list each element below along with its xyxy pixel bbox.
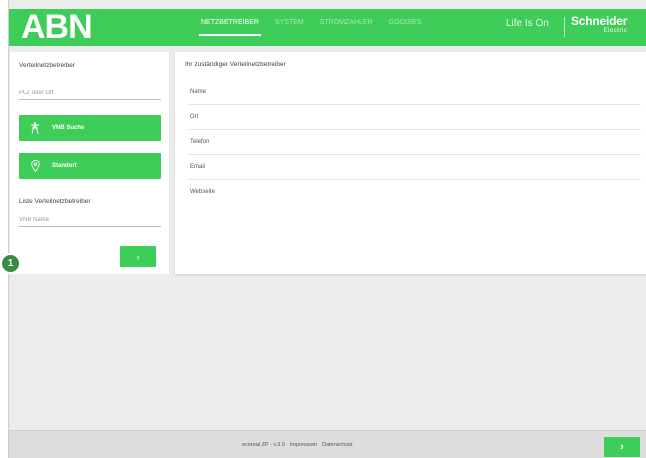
row-label: Name [190, 89, 207, 95]
nav-tab-system[interactable]: SYSTEM [273, 9, 306, 46]
result-row-webseite: Webseite [188, 180, 641, 205]
search-panel-heading: Verteilnetzbetreiber [19, 62, 76, 69]
schneider-electric-logo: Schneider Electric [571, 15, 627, 35]
result-panel-title: Ihr zuständiger Verteilnetzbetreiber [185, 61, 286, 68]
impressum-link[interactable]: Impressum [290, 442, 317, 448]
annotation-marker: 1 [0, 253, 21, 274]
abn-logo[interactable]: ABN [21, 10, 93, 44]
vnb-search-button[interactable]: VNB Suche [19, 115, 161, 141]
vnb-list-next-button[interactable]: › [120, 246, 156, 267]
footer-links: ecoreal ZP - v.3.9 Impressum Datenschutz [242, 431, 353, 458]
version-text: ecoreal ZP - v.3.9 [242, 442, 285, 448]
result-row-telefon: Telefon [188, 130, 641, 155]
main-nav: NETZBETREIBER SYSTEM STROMZAHLER GOODIES [199, 9, 423, 46]
location-label: Standort [52, 163, 77, 169]
window-left-edge [0, 0, 9, 458]
row-label: Email [190, 164, 206, 170]
brand-divider [564, 17, 565, 37]
nav-tab-netzbetreiber[interactable]: NETZBETREIBER [199, 9, 261, 46]
result-row-email: Email [188, 155, 641, 180]
row-label: Webseite [190, 189, 215, 195]
brand-name: Schneider [571, 14, 628, 28]
brand-tagline: Life Is On [506, 18, 549, 29]
top-header-bar: ABN NETZBETREIBER SYSTEM STROMZAHLER GOO… [9, 9, 646, 46]
location-button[interactable]: Standort [19, 153, 161, 179]
brand-sub: Electric [603, 28, 628, 34]
result-row-name: Name [188, 80, 641, 105]
location-pin-icon [26, 160, 44, 172]
footer-bar: ecoreal ZP - v.3.9 Impressum Datenschutz… [9, 430, 646, 458]
nav-tab-goodies[interactable]: GOODIES [387, 9, 424, 46]
datenschutz-link[interactable]: Datenschutz [322, 442, 353, 448]
footer-next-button[interactable]: › [604, 437, 640, 457]
result-row-ort: Ort [188, 105, 641, 130]
vnb-search-label: VNB Suche [52, 125, 85, 131]
nav-tab-stromzahler[interactable]: STROMZAHLER [318, 9, 375, 46]
result-panel: Ihr zuständiger Verteilnetzbetreiber Nam… [175, 52, 646, 274]
vnb-name-input[interactable] [19, 213, 161, 227]
plz-or-city-input[interactable] [19, 86, 161, 100]
transmission-tower-icon [26, 122, 44, 134]
row-label: Telefon [190, 139, 210, 145]
vnb-list-heading: Liste Verteilnetzbetreiber [19, 198, 91, 205]
search-panel: Verteilnetzbetreiber VNB Suche Standort … [10, 52, 169, 274]
row-label: Ort [190, 114, 199, 120]
